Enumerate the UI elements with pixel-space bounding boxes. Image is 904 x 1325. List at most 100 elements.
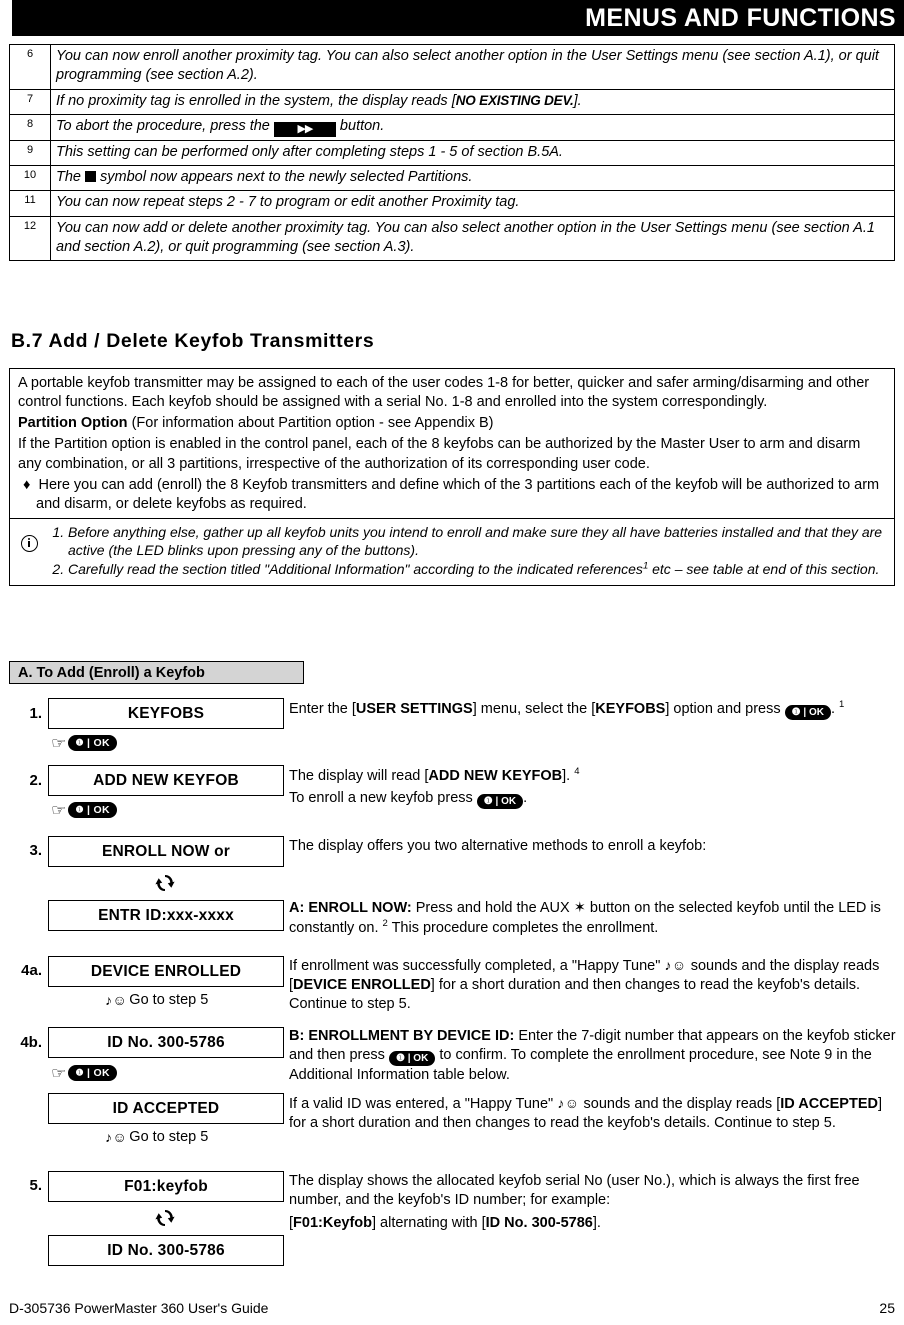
table-row: 12 You can now add or delete another pro… xyxy=(9,215,895,262)
row-text-part: To abort the procedure, press the xyxy=(56,117,274,134)
table-row: 7 If no proximity tag is enrolled in the… xyxy=(9,88,895,115)
ok-key-icon[interactable]: ❶ | OK xyxy=(476,793,524,809)
step-3-lcd-display-b: ENTR ID:xxx-xxxx xyxy=(48,900,284,931)
partition-option-rest: (For information about Partition option … xyxy=(127,415,494,432)
row-text-part: The xyxy=(56,169,86,186)
step-4a-number: 4a. xyxy=(21,962,42,979)
step-text-part: If enrollment was successfully completed… xyxy=(289,958,665,974)
ok-key-icon[interactable]: ❶ | OK xyxy=(784,704,831,720)
step-2-number: 2. xyxy=(29,772,42,789)
step-5-lcd-display-b: ID No. 300-5786 xyxy=(48,1235,284,1266)
ok-key-icon[interactable]: ❶ | OK xyxy=(388,1050,436,1066)
step-text-part: The display will read [ xyxy=(289,767,429,784)
table-row: 9 This setting can be performed only aft… xyxy=(9,139,895,167)
subsection-header-add-enroll-keyfob: A. To Add (Enroll) a Keyfob xyxy=(9,661,304,684)
step-text-part: . xyxy=(830,700,836,717)
row-text: The symbol now appears next to the newly… xyxy=(50,165,895,192)
happy-tune-icon: ♪☺ xyxy=(664,957,687,973)
method-b-label: B: ENROLLMENT BY DEVICE ID: xyxy=(289,1028,515,1044)
ok-key-icon[interactable]: ❶ | OK xyxy=(68,735,117,751)
row-number: 8 xyxy=(9,113,51,141)
hand-pointer-icon: ☞ xyxy=(50,734,67,752)
step-4b-instruction-id-accepted: If a valid ID was entered, a "Happy Tune… xyxy=(289,1094,899,1133)
display-reading: DEVICE ENROLLED xyxy=(293,976,431,993)
subsection-label: A. To Add (Enroll) a Keyfob xyxy=(18,664,205,681)
row-text-part: symbol now appears next to the newly sel… xyxy=(96,169,473,186)
description-bullet-1: ♦ Here you can add (enroll) the 8 Keyfob… xyxy=(18,476,886,514)
step-5-lcd-display-a: F01:keyfob xyxy=(48,1171,284,1202)
footer-page-number: 25 xyxy=(879,1300,895,1316)
info-icon-cell xyxy=(14,523,44,580)
row-number: 9 xyxy=(9,139,51,167)
step-text-part: Enter the [ xyxy=(289,700,356,717)
ok-key-icon[interactable]: ❶ | OK xyxy=(68,1065,117,1081)
step-5-instruction: The display shows the allocated keyfob s… xyxy=(289,1172,899,1233)
step-text-part: ] menu, select the [ xyxy=(472,700,596,717)
table-row: 11 You can now repeat steps 2 - 7 to pro… xyxy=(9,190,895,217)
step-2-press-cluster: ☞ ❶ | OK xyxy=(50,801,117,819)
step-1-press-cluster: ☞ ❶ | OK xyxy=(50,734,117,752)
happy-tune-icon: ♪☺ xyxy=(105,992,128,1008)
table-row: 8 To abort the procedure, press the ▶▶ b… xyxy=(9,113,895,141)
goto-label: Go to step 5 xyxy=(129,1129,209,1145)
step-3-instruction-top: The display offers you two alternative m… xyxy=(289,838,707,854)
section-heading: B.7 Add / Delete Keyfob Transmitters xyxy=(11,330,375,352)
row-text-part: button. xyxy=(335,117,385,134)
step-1-instruction: Enter the [USER SETTINGS] menu, select t… xyxy=(289,699,899,720)
step-2-line-2: To enroll a new keyfob press ❶ | OK. xyxy=(289,789,899,809)
row-text: To abort the procedure, press the ▶▶ but… xyxy=(50,113,895,141)
step-text-part: . xyxy=(523,789,528,806)
ok-key-icon[interactable]: ❶ | OK xyxy=(68,802,117,818)
menu-name: USER SETTINGS xyxy=(355,700,473,717)
display-reading: ID No. 300-5786 xyxy=(485,1214,593,1231)
step-text-part: This procedure completes the enrollment. xyxy=(387,919,659,936)
display-reading: ID ACCEPTED xyxy=(780,1096,878,1112)
table-row: 6 You can now enroll another proximity t… xyxy=(9,44,895,90)
power-glyph: ❶ xyxy=(395,1052,405,1064)
ok-key-label: OK xyxy=(501,795,517,807)
additional-information-table: 6 You can now enroll another proximity t… xyxy=(9,44,895,262)
description-paragraph-1: A portable keyfob transmitter may be ass… xyxy=(18,375,870,411)
step-4a-instruction: If enrollment was successfully completed… xyxy=(289,956,899,1014)
row-text: You can now enroll another proximity tag… xyxy=(50,44,895,90)
step-4b-lcd-display-a: ID No. 300-5786 xyxy=(48,1027,284,1058)
display-reading: F01:Keyfob xyxy=(293,1214,372,1231)
footer-document-id: D-305736 PowerMaster 360 User's Guide xyxy=(9,1300,269,1316)
step-4a-lcd-display: DEVICE ENROLLED xyxy=(48,956,284,987)
ok-key-label: OK xyxy=(93,804,110,816)
step-3-number: 3. xyxy=(29,842,42,859)
step-text-part: ] option and press xyxy=(665,700,785,717)
partition-option-line: Partition Option (For information about … xyxy=(18,414,886,433)
row-number: 7 xyxy=(9,88,51,115)
display-reading: NO EXISTING DEV. xyxy=(455,92,574,108)
power-glyph: ❶ xyxy=(75,737,84,748)
alternating-display-glyph xyxy=(155,874,175,892)
table-row: 10 The symbol now appears next to the ne… xyxy=(9,165,895,192)
description-body: A portable keyfob transmitter may be ass… xyxy=(10,369,894,518)
note-item: Before anything else, gather up all keyf… xyxy=(68,523,886,559)
goto-label: Go to step 5 xyxy=(129,992,209,1008)
row-number: 11 xyxy=(9,190,51,217)
power-glyph: ❶ xyxy=(75,1067,84,1078)
ok-key-label: OK xyxy=(93,1067,110,1079)
info-icon xyxy=(20,534,38,552)
step-text-part: ]. xyxy=(562,767,571,784)
step-1-lcd-display: KEYFOBS xyxy=(48,698,284,729)
step-2-line-1: The display will read [ADD NEW KEYFOB]. … xyxy=(289,766,899,786)
row-number: 10 xyxy=(9,165,51,192)
power-glyph: ❶ xyxy=(75,804,84,815)
step-5-paragraph-2: [F01:Keyfob] alternating with [ID No. 30… xyxy=(289,1214,899,1233)
row-number: 6 xyxy=(9,44,51,90)
alternating-display-icon xyxy=(152,1207,178,1229)
row-text-part: If no proximity tag is enrolled in the s… xyxy=(56,92,456,109)
step-4b-number: 4b. xyxy=(20,1034,42,1051)
row-number: 12 xyxy=(9,215,51,262)
step-4b-press-cluster: ☞ ❶ | OK xyxy=(50,1064,117,1082)
document-page: MENUS AND FUNCTIONS 6 You can now enroll… xyxy=(0,0,904,1325)
step-text-part: ] alternating with [ xyxy=(372,1214,486,1231)
hand-pointer-icon: ☞ xyxy=(50,801,67,819)
step-4b-instruction-device-id: B: ENROLLMENT BY DEVICE ID: Enter the 7-… xyxy=(289,1027,899,1085)
ok-key-label: OK xyxy=(808,706,824,718)
hand-pointer-icon: ☞ xyxy=(50,1064,67,1082)
ok-key-label: OK xyxy=(93,737,110,749)
